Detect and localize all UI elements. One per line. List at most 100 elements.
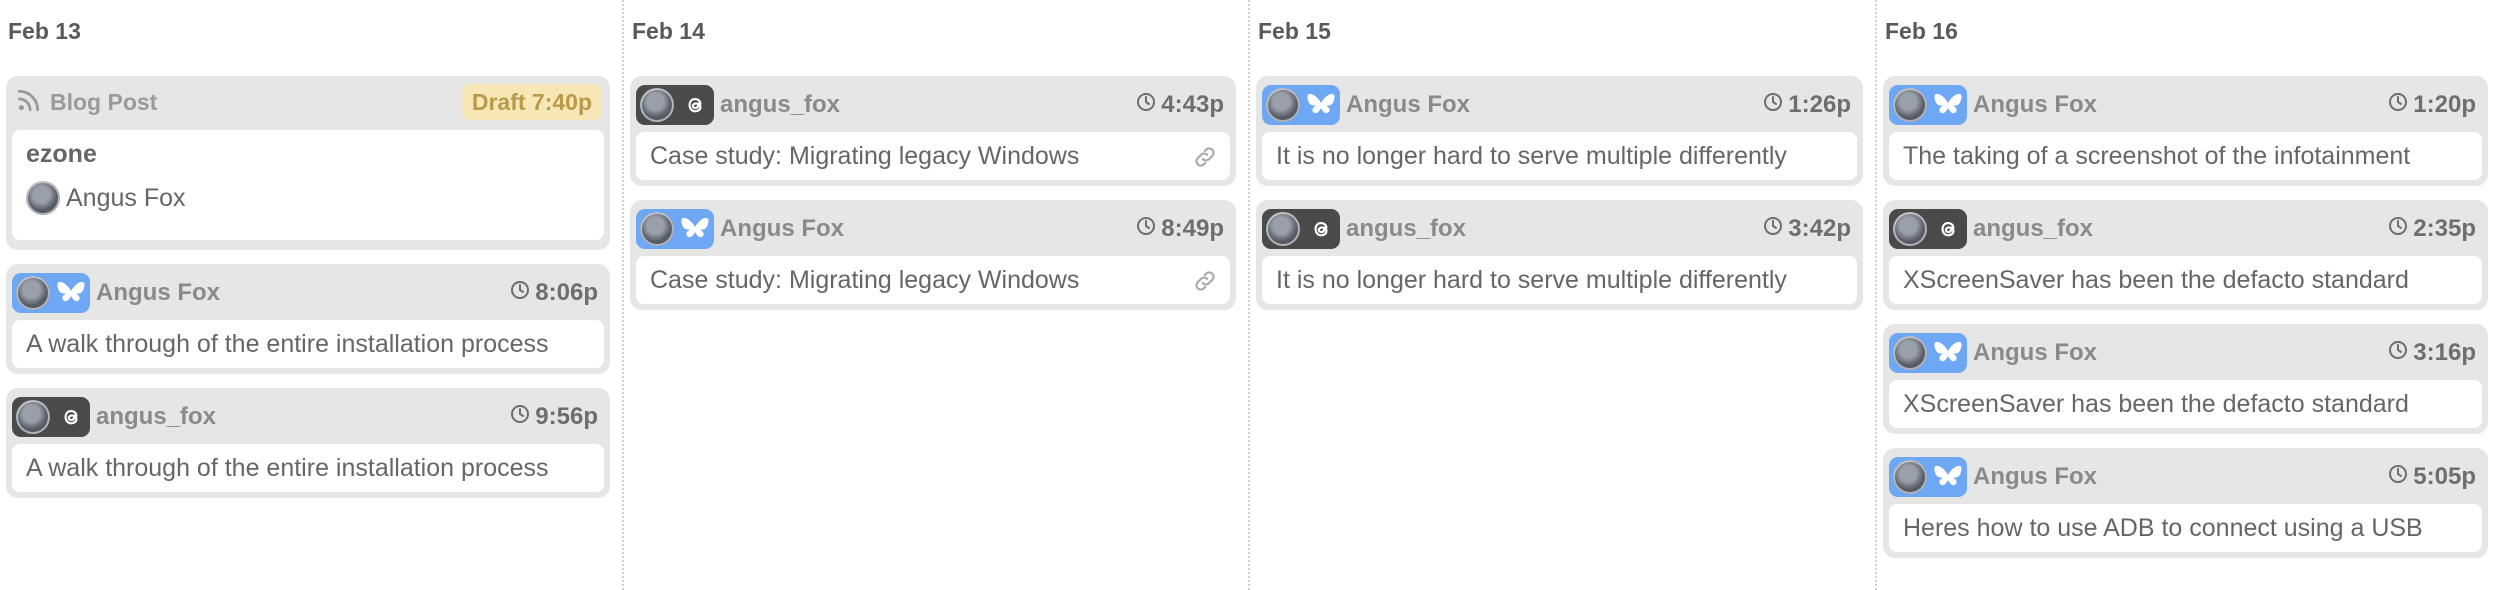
post-time: 1:26p xyxy=(1763,82,1851,128)
avatar xyxy=(640,88,674,122)
post-card[interactable]: angus_fox 3:42p It is no longer hard to … xyxy=(1256,200,1863,310)
post-author: Angus Fox xyxy=(96,279,220,306)
blog-author-name: Angus Fox xyxy=(66,183,186,212)
day-column-feb-13: Feb 13 Blog Post Draft 7:40p ezone Angus… xyxy=(0,0,622,590)
post-card[interactable]: angus_fox 9:56p A walk through of the en… xyxy=(6,388,610,498)
post-header: angus_fox 2:35p xyxy=(1889,206,2482,252)
day-column-feb-14: Feb 14 angus_fox 4:43p Case study: Migra… xyxy=(622,0,1248,590)
threads-icon xyxy=(1306,214,1336,244)
day-title: Feb 14 xyxy=(632,18,705,44)
post-time-text: 1:20p xyxy=(2413,91,2476,118)
post-time: 3:16p xyxy=(2388,330,2476,376)
post-author: angus_fox xyxy=(1973,215,2094,242)
post-time: 9:56p xyxy=(510,394,598,440)
post-header: Angus Fox 5:05p xyxy=(1889,454,2482,500)
avatar xyxy=(1893,88,1927,122)
link-icon[interactable] xyxy=(1192,144,1218,177)
post-author: angus_fox xyxy=(1346,215,1467,242)
clock-icon xyxy=(2388,463,2408,491)
post-time-text: 3:42p xyxy=(1788,215,1851,242)
post-text: It is no longer hard to serve multiple d… xyxy=(1262,256,1857,304)
post-time-text: 5:05p xyxy=(2413,463,2476,490)
post-time-text: 9:56p xyxy=(535,403,598,430)
butterfly-icon xyxy=(1933,338,1963,368)
rss-icon xyxy=(16,87,42,118)
post-author: angus_fox xyxy=(96,403,217,430)
clock-icon xyxy=(2388,339,2408,367)
post-card[interactable]: Angus Fox 5:05p Heres how to use ADB to … xyxy=(1883,448,2488,558)
threads-account-badge xyxy=(1889,209,1967,249)
blog-post-card[interactable]: Blog Post Draft 7:40p ezone Angus Fox xyxy=(6,76,610,250)
post-text: The taking of a screenshot of the infota… xyxy=(1889,132,2482,180)
post-time: 1:20p xyxy=(2388,82,2476,128)
post-author: Angus Fox xyxy=(720,215,844,242)
post-card[interactable]: angus_fox 4:43p Case study: Migrating le… xyxy=(630,76,1236,186)
post-card[interactable]: angus_fox 2:35p XScreenSaver has been th… xyxy=(1883,200,2488,310)
draft-badge: Draft 7:40p xyxy=(461,84,602,120)
threads-icon xyxy=(1933,214,1963,244)
clock-icon xyxy=(1763,91,1783,119)
post-card[interactable]: Angus Fox 8:49p Case study: Migrating le… xyxy=(630,200,1236,310)
day-title: Feb 15 xyxy=(1258,18,1331,44)
post-header: Angus Fox 1:20p xyxy=(1889,82,2482,128)
post-text: A walk through of the entire installatio… xyxy=(12,444,604,492)
day-title: Feb 13 xyxy=(8,18,81,44)
avatar xyxy=(1893,460,1927,494)
post-text: Case study: Migrating legacy Windows xyxy=(636,132,1230,180)
post-time-text: 8:49p xyxy=(1161,215,1224,242)
bluesky-account-badge xyxy=(636,209,714,249)
post-text: It is no longer hard to serve multiple d… xyxy=(1262,132,1857,180)
day-title: Feb 16 xyxy=(1885,18,1958,44)
post-time: 3:42p xyxy=(1763,206,1851,252)
day-cards: Blog Post Draft 7:40p ezone Angus Fox An… xyxy=(0,76,622,512)
avatar xyxy=(26,181,60,215)
post-card[interactable]: Angus Fox 3:16p XScreenSaver has been th… xyxy=(1883,324,2488,434)
post-card[interactable]: Angus Fox 1:20p The taking of a screensh… xyxy=(1883,76,2488,186)
clock-icon xyxy=(510,403,530,431)
post-header: angus_fox 9:56p xyxy=(12,394,604,440)
threads-account-badge xyxy=(1262,209,1340,249)
post-card[interactable]: Angus Fox 1:26p It is no longer hard to … xyxy=(1256,76,1863,186)
avatar xyxy=(16,400,50,434)
post-time: 8:06p xyxy=(510,270,598,316)
avatar xyxy=(640,212,674,246)
post-time-text: 1:26p xyxy=(1788,91,1851,118)
post-author: Angus Fox xyxy=(1973,339,2097,366)
post-time: 2:35p xyxy=(2388,206,2476,252)
clock-icon xyxy=(510,279,530,307)
post-time-text: 4:43p xyxy=(1161,91,1224,118)
post-header: Angus Fox 8:06p xyxy=(12,270,604,316)
clock-icon xyxy=(1763,215,1783,243)
threads-account-badge xyxy=(12,397,90,437)
bluesky-account-badge xyxy=(1262,85,1340,125)
post-time-text: 8:06p xyxy=(535,279,598,306)
butterfly-icon xyxy=(56,278,86,308)
butterfly-icon xyxy=(1306,90,1336,120)
day-column-feb-16: Feb 16 Angus Fox 1:20p The taking of a s… xyxy=(1875,0,2500,590)
post-author: Angus Fox xyxy=(1346,91,1470,118)
avatar xyxy=(16,276,50,310)
post-text: XScreenSaver has been the defacto standa… xyxy=(1889,256,2482,304)
bluesky-account-badge xyxy=(12,273,90,313)
post-time-text: 3:16p xyxy=(2413,339,2476,366)
post-header: angus_fox 4:43p xyxy=(636,82,1230,128)
post-text: Case study: Migrating legacy Windows xyxy=(636,256,1230,304)
post-time: 8:49p xyxy=(1136,206,1224,252)
avatar xyxy=(1266,212,1300,246)
butterfly-icon xyxy=(1933,462,1963,492)
blog-author: Angus Fox xyxy=(26,181,590,215)
post-text-content: Case study: Migrating legacy Windows xyxy=(650,265,1080,294)
day-cards: Angus Fox 1:20p The taking of a screensh… xyxy=(1877,76,2500,572)
post-header: Angus Fox 1:26p xyxy=(1262,82,1857,128)
post-author: Angus Fox xyxy=(1973,463,2097,490)
day-cards: angus_fox 4:43p Case study: Migrating le… xyxy=(624,76,1248,324)
butterfly-icon xyxy=(1933,90,1963,120)
threads-icon xyxy=(680,90,710,120)
bluesky-account-badge xyxy=(1889,85,1967,125)
threads-account-badge xyxy=(636,85,714,125)
link-icon[interactable] xyxy=(1192,268,1218,301)
post-card[interactable]: Angus Fox 8:06p A walk through of the en… xyxy=(6,264,610,374)
avatar xyxy=(1893,336,1927,370)
blog-name: ezone xyxy=(26,140,97,168)
bluesky-account-badge xyxy=(1889,457,1967,497)
